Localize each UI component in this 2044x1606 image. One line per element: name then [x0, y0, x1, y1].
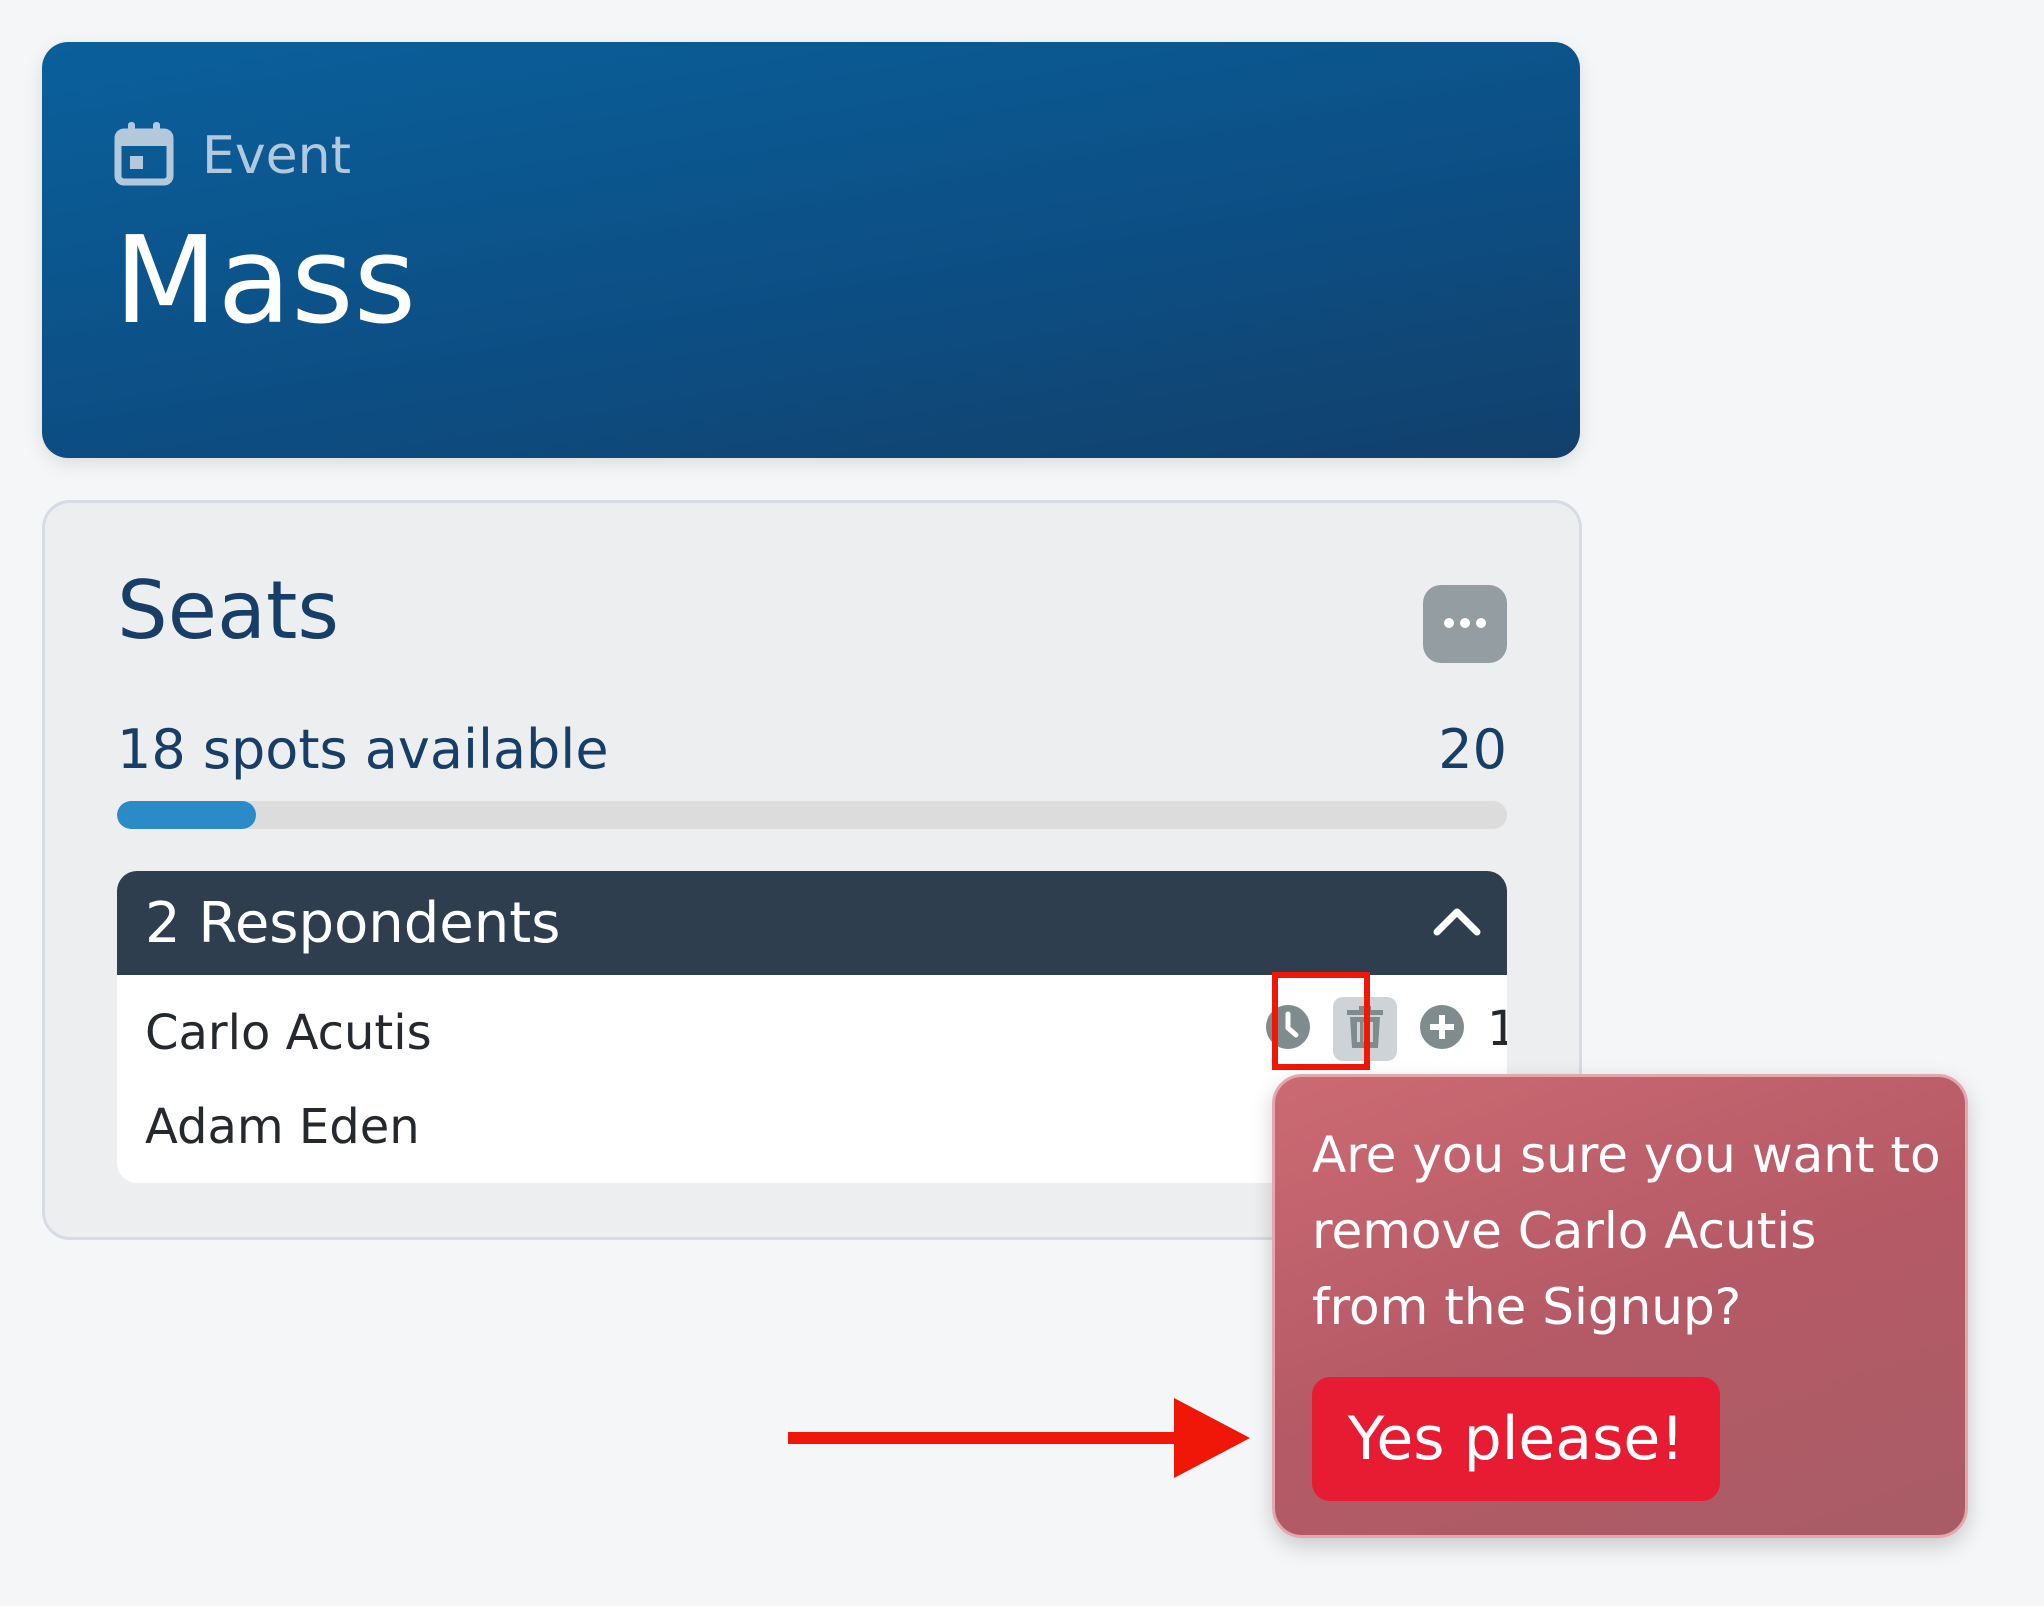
event-label-row: Event	[114, 122, 351, 190]
respondents-count-label: 2 Respondents	[145, 890, 561, 956]
seats-progress-bar	[117, 801, 1507, 829]
confirmation-message: Are you sure you want to remove Carlo Ac…	[1312, 1126, 1941, 1336]
annotation-arrow-icon	[788, 1398, 1250, 1478]
chevron-up-icon[interactable]	[1433, 906, 1481, 940]
respondent-quantity: 1	[1487, 1001, 1507, 1057]
more-options-button[interactable]	[1423, 585, 1507, 663]
event-type-label: Event	[202, 126, 351, 186]
spots-available-text: 18 spots available	[117, 718, 609, 781]
event-title: Mass	[114, 212, 417, 351]
clock-icon[interactable]	[1265, 1004, 1311, 1054]
remove-confirmation-popover: Are you sure you want to remove Carlo Ac…	[1272, 1074, 1968, 1538]
spots-row: 18 spots available 20	[117, 723, 1507, 777]
remove-respondent-button[interactable]	[1333, 997, 1397, 1061]
trash-icon	[1347, 1006, 1383, 1052]
respondent-name: Carlo Acutis	[145, 1005, 432, 1061]
plus-circle-icon[interactable]	[1419, 1004, 1465, 1054]
event-header-card: Event Mass	[42, 42, 1580, 458]
respondents-toggle[interactable]: 2 Respondents	[117, 871, 1507, 975]
respondent-actions: 1	[1265, 997, 1507, 1061]
calendar-icon	[114, 122, 174, 190]
confirm-remove-button[interactable]: Yes please!	[1312, 1377, 1720, 1501]
seats-progress-fill	[117, 801, 256, 829]
spots-total: 20	[1438, 718, 1507, 781]
seats-title: Seats	[117, 564, 340, 657]
ellipsis-icon	[1443, 617, 1487, 632]
respondent-name: Adam Eden	[145, 1099, 420, 1155]
